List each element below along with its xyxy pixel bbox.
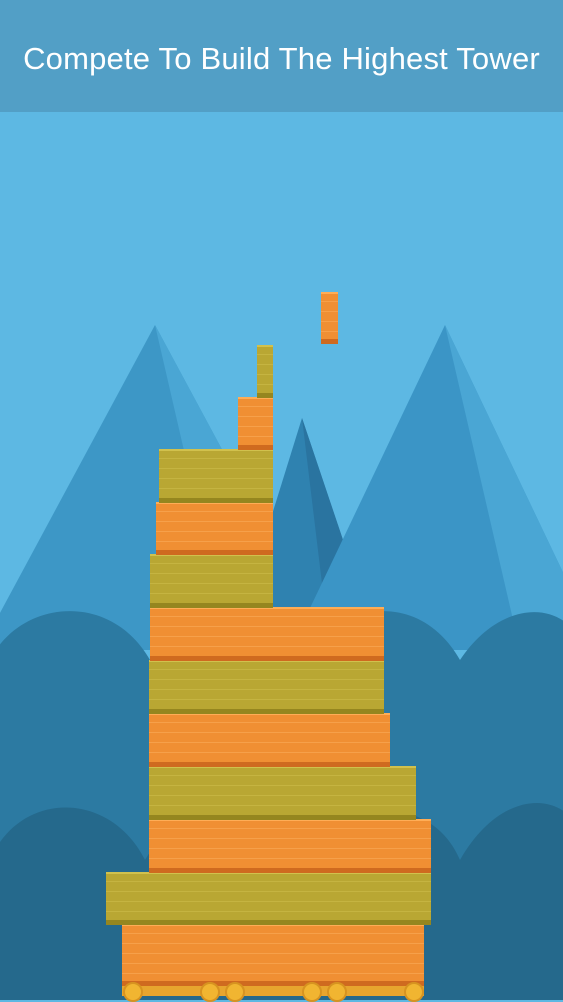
tower-block <box>150 607 384 661</box>
game-scene[interactable] <box>0 112 563 1002</box>
tower-block <box>149 819 431 873</box>
tower-block <box>106 872 431 925</box>
tower-block <box>149 766 416 820</box>
cart-wheel <box>200 982 220 1002</box>
banner-title: Compete To Build The Highest Tower <box>23 41 540 76</box>
tower-block <box>149 713 390 767</box>
cart-wheel <box>302 982 322 1002</box>
tower-block <box>156 502 273 555</box>
tower-block <box>257 345 273 398</box>
header-banner: Compete To Build The Highest Tower <box>0 0 563 112</box>
cart-wheel <box>404 982 424 1002</box>
tower-block <box>159 449 273 503</box>
falling-block[interactable] <box>321 292 338 344</box>
tower-block <box>238 397 273 450</box>
cart-wheel <box>225 982 245 1002</box>
tower-cart <box>122 986 424 996</box>
cart-wheel <box>123 982 143 1002</box>
tower-block <box>122 924 424 986</box>
tower-block <box>150 554 273 608</box>
cart-wheel <box>327 982 347 1002</box>
tower-block <box>149 660 384 714</box>
